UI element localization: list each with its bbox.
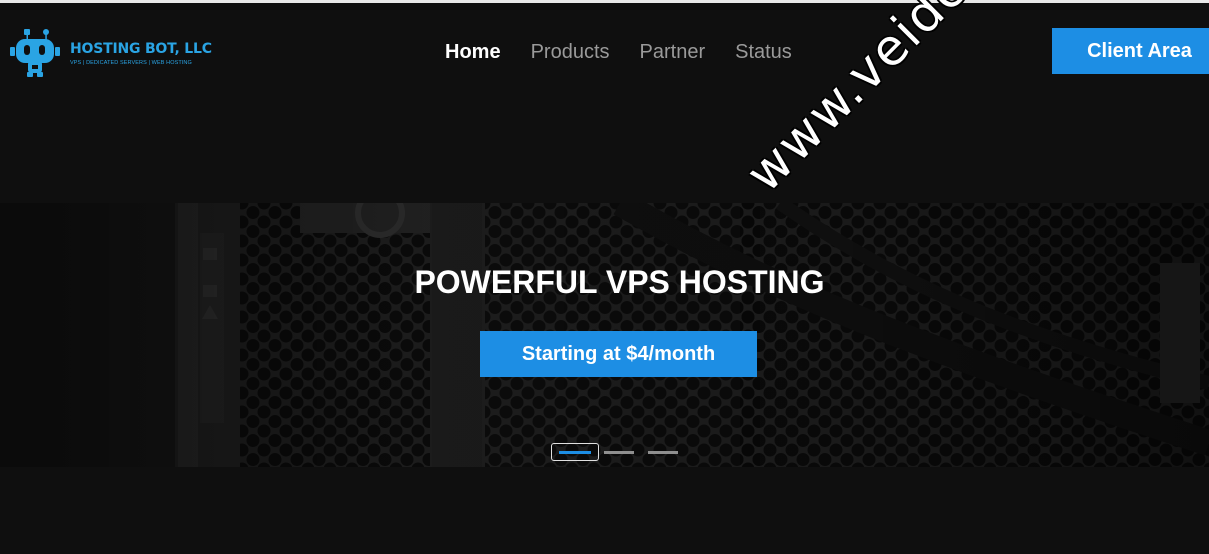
carousel-indicator-3[interactable] — [648, 450, 678, 454]
carousel-indicator-1[interactable] — [559, 450, 591, 454]
nav-home[interactable]: Home — [445, 39, 501, 65]
robot-logo-icon — [10, 29, 60, 77]
carousel-indicator-1-focus[interactable] — [551, 443, 599, 461]
nav-status[interactable]: Status — [735, 39, 792, 65]
hero-title: POWERFUL VPS HOSTING — [414, 264, 825, 300]
main-nav: Home Products Partner Status — [445, 39, 822, 65]
hero-carousel: POWERFUL VPS HOSTING Starting at $4/mont… — [0, 203, 1209, 467]
logo[interactable]: HOSTING BOT, LLC VPS | DEDICATED SERVERS… — [8, 25, 212, 81]
brand-tagline: VPS | DEDICATED SERVERS | WEB HOSTING — [70, 59, 192, 66]
carousel-indicators — [551, 443, 692, 461]
nav-products[interactable]: Products — [531, 39, 610, 65]
logo-text: HOSTING BOT, LLC VPS | DEDICATED SERVERS… — [70, 41, 212, 66]
client-area-button[interactable]: Client Area — [1052, 28, 1209, 74]
starting-price-button[interactable]: Starting at $4/month — [480, 331, 757, 377]
carousel-indicator-2[interactable] — [604, 450, 634, 454]
page-bottom — [0, 467, 1209, 554]
brand-name: HOSTING BOT, LLC — [70, 40, 212, 57]
navbar: HOSTING BOT, LLC VPS | DEDICATED SERVERS… — [0, 3, 1209, 203]
nav-partner[interactable]: Partner — [640, 39, 706, 65]
